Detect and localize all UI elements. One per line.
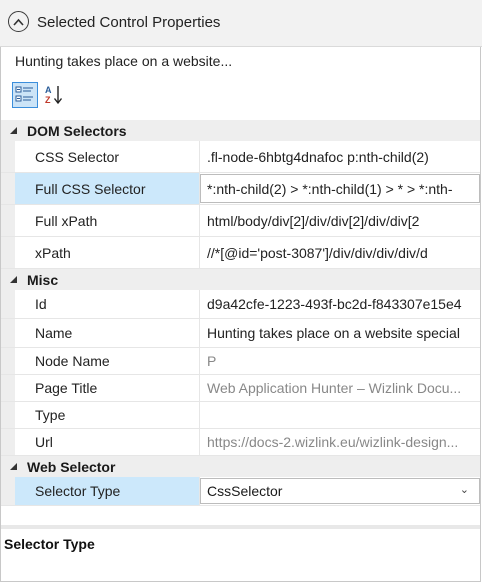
property-value[interactable] bbox=[200, 402, 480, 428]
help-splitter[interactable] bbox=[1, 525, 480, 529]
chevron-up-icon[interactable] bbox=[8, 11, 29, 32]
control-description: Hunting takes place on a website... bbox=[15, 53, 233, 69]
property-value[interactable]: //*[@id='post-3087']/div/div/div/div/d bbox=[200, 237, 480, 268]
property-grid: DOM Selectors CSS Selector .fl-node-6hbt… bbox=[1, 120, 480, 506]
collapse-triangle-icon[interactable] bbox=[10, 127, 17, 134]
svg-text:Z: Z bbox=[45, 95, 51, 105]
property-name: Type bbox=[15, 402, 200, 428]
property-name: Id bbox=[15, 290, 200, 318]
categorized-view-icon[interactable] bbox=[12, 82, 38, 108]
property-row-selected[interactable]: Selector Type CssSelector ⌄ bbox=[1, 477, 480, 506]
property-row[interactable]: Id d9a42cfe-1223-493f-bc2d-f843307e15e4 bbox=[1, 290, 480, 319]
property-row[interactable]: Page Title Web Application Hunter – Wizl… bbox=[1, 375, 480, 402]
property-value[interactable]: P bbox=[200, 348, 480, 374]
property-value[interactable]: d9a42cfe-1223-493f-bc2d-f843307e15e4 bbox=[200, 290, 480, 318]
property-row[interactable]: CSS Selector .fl-node-6hbtg4dnafoc p:nth… bbox=[1, 141, 480, 173]
property-panel: Hunting takes place on a website... A Z bbox=[0, 47, 481, 582]
property-name: Selector Type bbox=[15, 477, 200, 505]
dropdown-selected-value: CssSelector bbox=[207, 483, 283, 499]
property-row[interactable]: Name Hunting takes place on a website sp… bbox=[1, 319, 480, 348]
chevron-down-icon: ⌄ bbox=[459, 484, 469, 496]
property-name: Full CSS Selector bbox=[15, 173, 200, 204]
header-title: Selected Control Properties bbox=[37, 14, 221, 31]
property-name: Node Name bbox=[15, 348, 200, 374]
help-title: Selector Type bbox=[4, 536, 95, 552]
property-row[interactable]: Url https://docs-2.wizlink.eu/wizlink-de… bbox=[1, 429, 480, 456]
property-value[interactable]: Web Application Hunter – Wizlink Docu... bbox=[200, 375, 480, 401]
property-row[interactable]: Type bbox=[1, 402, 480, 429]
category-dom-selectors: DOM Selectors bbox=[1, 120, 480, 141]
category-web-selector: Web Selector bbox=[1, 456, 480, 477]
property-value[interactable]: .fl-node-6hbtg4dnafoc p:nth-child(2) bbox=[200, 141, 480, 172]
property-name: CSS Selector bbox=[15, 141, 200, 172]
collapse-triangle-icon[interactable] bbox=[10, 463, 17, 470]
property-value-editor[interactable]: *:nth-child(2) > *:nth-child(1) > * > *:… bbox=[200, 174, 480, 203]
property-row-selected[interactable]: Full CSS Selector *:nth-child(2) > *:nth… bbox=[1, 173, 480, 205]
property-value[interactable]: Hunting takes place on a website special bbox=[200, 319, 480, 347]
property-row[interactable]: xPath //*[@id='post-3087']/div/div/div/d… bbox=[1, 237, 480, 269]
property-value[interactable]: https://docs-2.wizlink.eu/wizlink-design… bbox=[200, 429, 480, 455]
property-name: Page Title bbox=[15, 375, 200, 401]
property-row[interactable]: Node Name P bbox=[1, 348, 480, 375]
properties-header: Selected Control Properties bbox=[0, 0, 482, 47]
svg-text:A: A bbox=[45, 85, 52, 95]
property-row[interactable]: Full xPath html/body/div[2]/div/div[2]/d… bbox=[1, 205, 480, 237]
property-name: Name bbox=[15, 319, 200, 347]
property-name: Full xPath bbox=[15, 205, 200, 236]
sort-az-icon[interactable]: A Z bbox=[42, 82, 68, 108]
property-value[interactable]: html/body/div[2]/div/div[2]/div/div[2 bbox=[200, 205, 480, 236]
collapse-triangle-icon[interactable] bbox=[10, 276, 17, 283]
property-name: Url bbox=[15, 429, 200, 455]
property-toolbar: A Z bbox=[12, 82, 68, 108]
category-misc: Misc bbox=[1, 269, 480, 290]
property-name: xPath bbox=[15, 237, 200, 268]
selector-type-dropdown[interactable]: CssSelector ⌄ bbox=[200, 478, 480, 504]
